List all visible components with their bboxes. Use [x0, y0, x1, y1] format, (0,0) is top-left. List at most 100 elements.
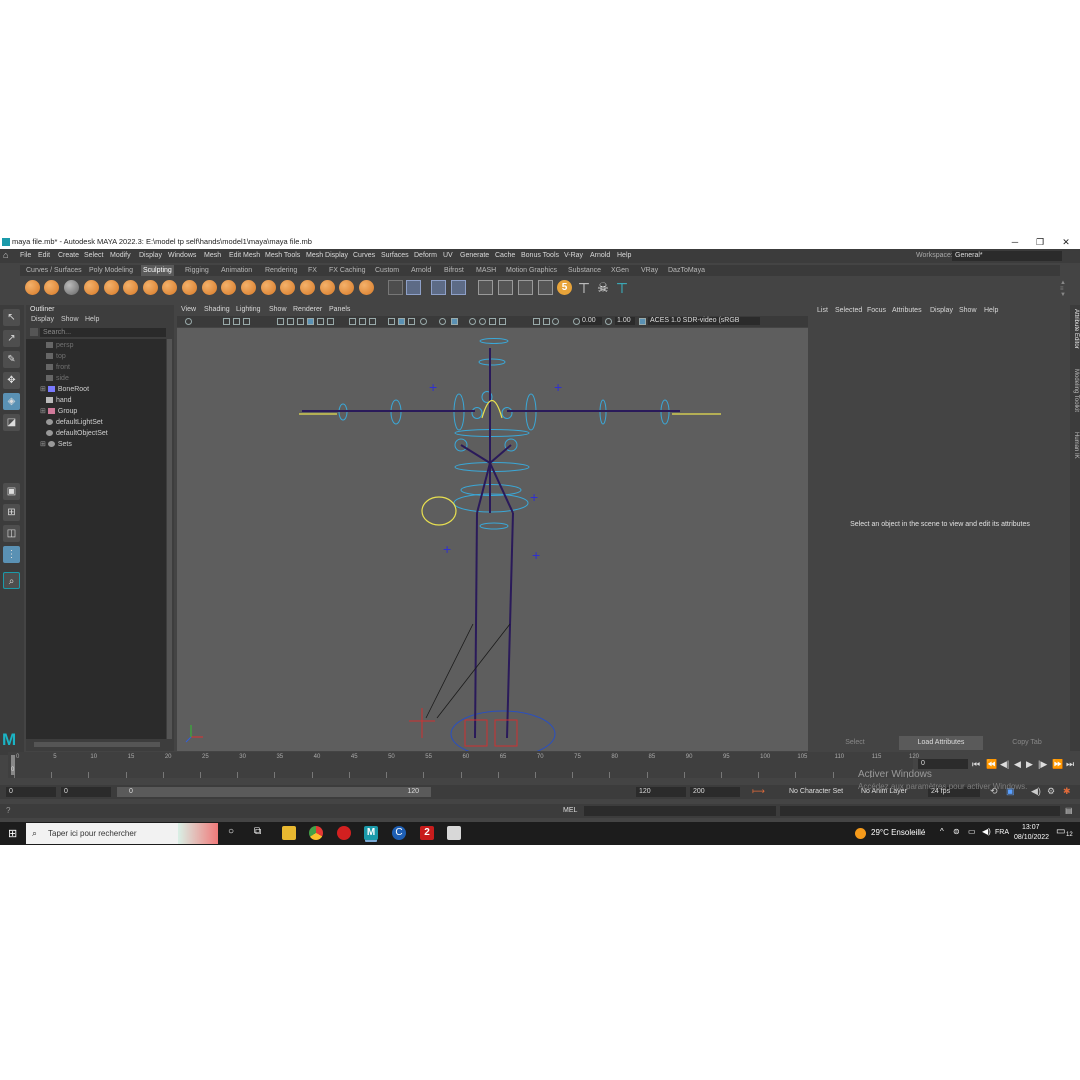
outliner-item-hand[interactable]: hand — [46, 396, 72, 406]
hip-l-bone[interactable] — [476, 462, 491, 514]
menu-windows[interactable]: Windows — [168, 249, 196, 263]
gamma-icon[interactable] — [573, 318, 580, 325]
pinch-brush-icon[interactable] — [104, 280, 119, 295]
outliner-item-top[interactable]: top — [46, 352, 66, 362]
smooth-shade-icon[interactable] — [369, 318, 376, 325]
leg-r-bone[interactable] — [506, 512, 514, 739]
foamy-brush-icon[interactable] — [143, 280, 158, 295]
range-slider[interactable]: 0 120 — [117, 787, 431, 797]
side-tab-attribute-editor[interactable]: Attribute Editor — [1071, 309, 1079, 349]
step-back-frame-icon[interactable]: ◀| — [1000, 759, 1009, 770]
shelf-tab-curves-surfaces[interactable]: Curves / Surfaces — [24, 265, 84, 276]
outliner-item-side[interactable]: side — [46, 374, 69, 384]
single-pane-icon[interactable]: ▣ — [3, 483, 20, 500]
t-pose-cyan-icon[interactable]: ⊤ — [615, 279, 629, 297]
outliner-item-defaultlightset[interactable]: defaultLightSet — [46, 418, 103, 428]
command-input[interactable] — [584, 806, 776, 816]
clavicle-l-control[interactable] — [471, 407, 483, 419]
motion-blur-icon[interactable] — [451, 318, 458, 325]
outliner-item-sets[interactable]: ⊞ Sets — [40, 440, 72, 450]
sound-icon[interactable]: ◀) — [1031, 786, 1041, 797]
menu-vray[interactable]: V-Ray — [564, 249, 583, 263]
leg-l-bone[interactable] — [474, 512, 478, 739]
outliner-menu-display[interactable]: Display — [31, 315, 54, 325]
menu-mesh-tools[interactable]: Mesh Tools — [265, 249, 300, 263]
shelf-tab-vray[interactable]: VRay — [639, 265, 660, 276]
deform-icon[interactable] — [518, 280, 533, 295]
shelf-tab-mash[interactable]: MASH — [474, 265, 498, 276]
script-language-label[interactable]: MEL — [563, 807, 577, 814]
exposure-icon[interactable] — [552, 318, 559, 325]
language-indicator[interactable]: FRA — [995, 829, 1009, 836]
image-plane-icon[interactable] — [233, 318, 240, 325]
chest-control[interactable] — [454, 429, 530, 437]
rig-viewport-drawing[interactable]: + + + + + — [177, 328, 808, 758]
screen-space-ao-icon[interactable] — [439, 318, 446, 325]
anti-aliasing-icon[interactable] — [469, 318, 476, 325]
hidden-icons-chevron-icon[interactable]: ^ — [940, 827, 944, 836]
attr-copy-tab-button[interactable]: Copy Tab — [985, 736, 1069, 750]
menu-select[interactable]: Select — [84, 249, 103, 263]
task-view-icon[interactable]: ⧉ — [254, 826, 261, 837]
shelf-tab-animation[interactable]: Animation — [219, 265, 254, 276]
close-button[interactable]: ✕ — [1054, 235, 1078, 249]
lasso-tool-icon[interactable]: ↗ — [3, 330, 20, 347]
window-app-icon[interactable] — [447, 826, 461, 840]
menu-display[interactable]: Display — [139, 249, 162, 263]
clock-time[interactable]: 13:07 — [1022, 824, 1040, 831]
chrome-icon[interactable] — [309, 826, 323, 840]
viewport-menu-show[interactable]: Show — [269, 305, 287, 315]
wireframe-on-shaded-icon[interactable] — [388, 318, 395, 325]
outliner-item-defaultobjectset[interactable]: defaultObjectSet — [46, 429, 108, 439]
menu-bonus-tools[interactable]: Bonus Tools — [521, 249, 559, 263]
expand-icon[interactable]: ⊞ — [40, 441, 46, 448]
windows-start-icon[interactable]: ⊞ — [8, 827, 17, 840]
head-control[interactable] — [479, 338, 509, 344]
shelf-tab-fx[interactable]: FX — [306, 265, 319, 276]
outliner-item-front[interactable]: front — [46, 363, 70, 373]
exposure-field[interactable]: 0.00 — [580, 317, 602, 325]
help-icon[interactable]: ? — [6, 806, 10, 815]
c-app-icon[interactable]: C — [392, 826, 406, 840]
repeat-brush-icon[interactable] — [182, 280, 197, 295]
menu-modify[interactable]: Modify — [110, 249, 131, 263]
bake-icon[interactable] — [451, 280, 466, 295]
imprint-brush-icon[interactable] — [202, 280, 217, 295]
foot-r-ik[interactable] — [494, 719, 518, 747]
skull-icon[interactable]: ☠ — [596, 279, 610, 297]
t-pose-icon[interactable]: ⊤ — [577, 279, 591, 297]
app-2-icon[interactable]: 2 — [420, 826, 434, 840]
current-frame-field[interactable]: 0 — [918, 759, 968, 769]
isolate-select-icon[interactable] — [489, 318, 496, 325]
expand-icon[interactable]: ⊞ — [40, 386, 46, 393]
preferences-icon[interactable]: ✱ — [1063, 786, 1071, 797]
menu-curves[interactable]: Curves — [353, 249, 375, 263]
character-set-dropdown[interactable]: No Character Set — [786, 787, 846, 797]
color-management-icon[interactable] — [639, 318, 646, 325]
amplify-brush-icon[interactable] — [339, 280, 354, 295]
file-explorer-icon[interactable] — [282, 826, 296, 840]
notifications-icon[interactable]: ▭ — [1056, 826, 1065, 837]
menu-deform[interactable]: Deform — [414, 249, 437, 263]
attr-menu-list[interactable]: List — [817, 307, 828, 314]
side-tab-human-ik[interactable]: Human IK — [1071, 432, 1079, 459]
range-start-field[interactable]: 0 — [61, 787, 111, 797]
outliner-menu-show[interactable]: Show — [61, 315, 79, 325]
scrape-brush-icon[interactable] — [241, 280, 256, 295]
freeze-brush-icon[interactable] — [359, 280, 374, 295]
shelf-tab-custom[interactable]: Custom — [373, 265, 401, 276]
play-back-icon[interactable]: ◀ — [1014, 759, 1021, 770]
wireframe-icon[interactable] — [359, 318, 366, 325]
wax-brush-icon[interactable] — [221, 280, 236, 295]
play-forward-icon[interactable]: ▶ — [1026, 759, 1033, 770]
layer-icon[interactable] — [431, 280, 446, 295]
go-to-start-icon[interactable]: ⏮ — [972, 759, 980, 770]
shelf-tab-sculpting[interactable]: Sculpting — [141, 265, 174, 276]
menu-mesh[interactable]: Mesh — [204, 249, 221, 263]
gimbal-control[interactable] — [421, 496, 457, 526]
grid-toggle-icon[interactable] — [307, 318, 314, 325]
smooth-brush-icon[interactable] — [44, 280, 59, 295]
chest-r-bone[interactable] — [489, 444, 512, 464]
menu-edit[interactable]: Edit — [38, 249, 50, 263]
menu-uv[interactable]: UV — [443, 249, 453, 263]
